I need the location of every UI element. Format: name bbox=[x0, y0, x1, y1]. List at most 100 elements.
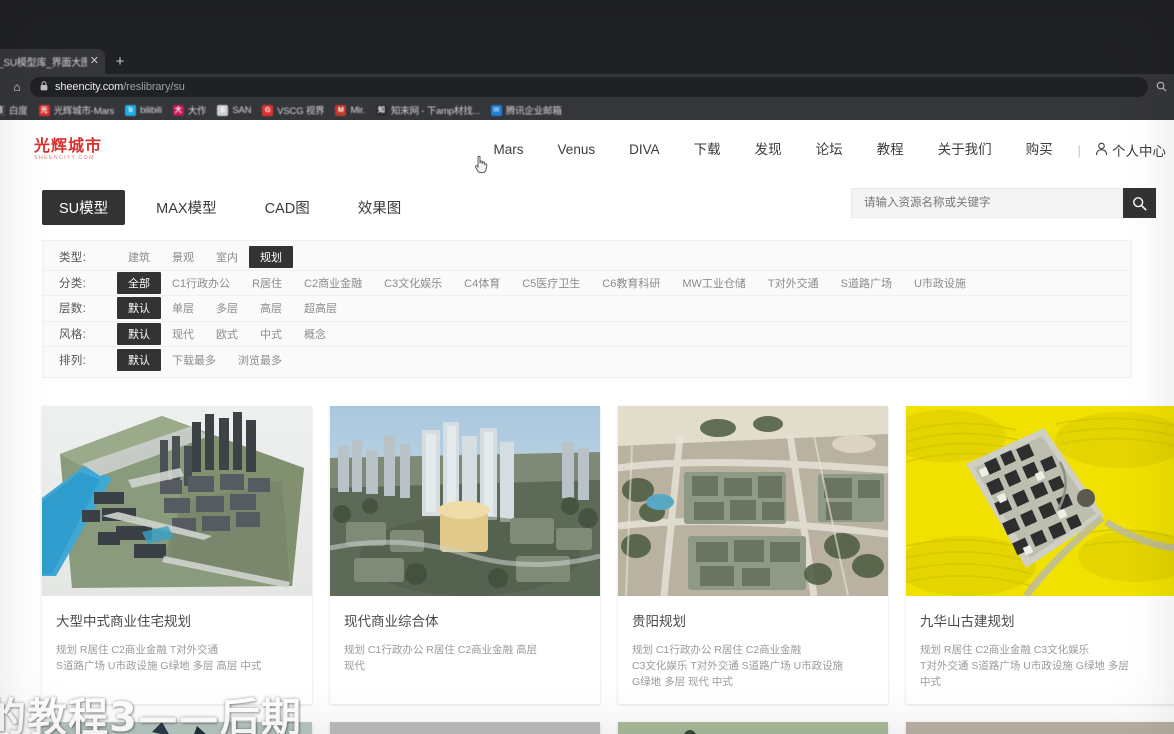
resource-card-tag-line: G绿地 多层 现代 中式 bbox=[632, 675, 733, 688]
site-logo[interactable]: 光辉城市 SHEENCITY.COM bbox=[34, 138, 124, 162]
filter-option[interactable]: 室内 bbox=[205, 246, 249, 268]
nav-link-mars[interactable]: Mars bbox=[477, 140, 541, 160]
resource-card-tag-line: 规划 C1行政办公 R居住 C2商业金融 高层 bbox=[344, 643, 538, 656]
thumbnail-modern-commercial-complex bbox=[330, 405, 600, 596]
resource-card-tags: 规划 C1行政办公 R居住 C2商业金融 C3文化娱乐 T对外交通 S道路广场 U… bbox=[632, 642, 874, 690]
search-input[interactable] bbox=[851, 188, 1123, 218]
bookmark-label: SAN bbox=[232, 104, 252, 116]
filter-row: 风格: 默认 现代 欧式 中式 概念 bbox=[43, 322, 1131, 347]
bookmark-icon-bilibili: b bbox=[125, 104, 137, 116]
bookmark-label: VSCG 视界 bbox=[277, 106, 325, 117]
nav-link-venus[interactable]: Venus bbox=[541, 140, 613, 160]
nav-link-教程[interactable]: 教程 bbox=[860, 140, 921, 160]
filter-row: 层数: 默认 单层 多层 高层 超高层 bbox=[43, 296, 1131, 322]
filter-option[interactable]: 欧式 bbox=[205, 323, 249, 345]
filter-option[interactable]: 默认 bbox=[117, 348, 161, 371]
resource-card-title: 贵阳规划 bbox=[632, 613, 686, 629]
omnibox-search-icon[interactable] bbox=[1156, 81, 1167, 95]
close-icon[interactable]: ✕ bbox=[90, 56, 99, 67]
resource-card[interactable]: 九华山古建规划 规划 R居住 C2商业金融 C3文化娱乐 T对外交通 S道路广场 U… bbox=[906, 405, 1174, 704]
filter-option[interactable]: 景观 bbox=[161, 246, 205, 268]
resource-card[interactable]: 现代商业综合体 规划 C1行政办公 R居住 C2商业金融 高层 现代 bbox=[330, 405, 600, 704]
resource-card[interactable]: 大型中式商业住宅规划 规划 R居住 C2商业金融 T对外交通 S道路广场 U市政设施… bbox=[42, 405, 312, 704]
bookmark-item[interactable]: 知知末网 - 下amp材找... bbox=[375, 103, 480, 117]
tab-0[interactable]: SU模型 bbox=[42, 189, 126, 225]
filter-option[interactable]: 默认 bbox=[117, 322, 161, 345]
filter-option[interactable]: 规划 bbox=[249, 246, 293, 269]
filter-option[interactable]: MW工业仓储 bbox=[671, 272, 757, 294]
bookmark-item[interactable]: M Mir. bbox=[335, 104, 365, 116]
resource-card-tags: 规划 R居住 C2商业金融 T对外交通 S道路广场 U市政设施 G绿地 多层 高层… bbox=[56, 642, 298, 674]
resource-card-tags: 规划 R居住 C2商业金融 C3文化娱乐 T对外交通 S道路广场 U市政设施 G绿… bbox=[920, 642, 1162, 690]
browser-tabstrip: _SU模型库_界面大图 ✕ + bbox=[0, 46, 1174, 74]
filter-row: 排列: 默认 下载最多 浏览最多 bbox=[43, 347, 1131, 373]
bookmark-icon-tencent: ✉ bbox=[490, 104, 502, 116]
bookmarks-bar: 百白度光光辉城市-Mars bbilibili 大大作 SSAN GVSCG 视界 MMi… bbox=[0, 100, 1174, 120]
list-item[interactable] bbox=[330, 721, 600, 734]
nav-link-发现[interactable]: 发现 bbox=[738, 140, 799, 160]
resource-card-tag-line: 规划 C1行政办公 R居住 C2商业金融 bbox=[632, 643, 802, 656]
bookmark-label: 腾讯企业邮箱 bbox=[505, 106, 562, 117]
nav-link-下载[interactable]: 下载 bbox=[677, 140, 738, 160]
search-button[interactable] bbox=[1123, 188, 1156, 218]
filter-option[interactable]: C2商业金融 bbox=[293, 272, 373, 294]
thumbnail-row2-3 bbox=[618, 721, 888, 734]
url-path: /reslibrary/su bbox=[123, 81, 185, 93]
tab-2[interactable]: CAD图 bbox=[248, 190, 327, 225]
nav-link-关于我们[interactable]: 关于我们 bbox=[921, 140, 1009, 160]
resource-card-tag-line: T对外交通 S道路广场 U市政设施 G绿地 多层 bbox=[920, 659, 1129, 672]
filter-option[interactable]: R居住 bbox=[241, 272, 293, 294]
bookmark-item[interactable]: 大大作 bbox=[172, 103, 207, 117]
bookmark-item[interactable]: b bilibili bbox=[125, 104, 162, 116]
address-bar[interactable]: sheencity.com /reslibrary/su bbox=[30, 77, 1148, 97]
nav-link-论坛[interactable]: 论坛 bbox=[799, 140, 860, 160]
filter-option[interactable]: 下载最多 bbox=[161, 349, 227, 371]
bookmark-label: Mir. bbox=[350, 104, 365, 116]
site-logo-cn: 光辉城市 bbox=[34, 136, 103, 155]
bookmark-item[interactable]: S SAN bbox=[217, 104, 252, 116]
list-item[interactable] bbox=[906, 721, 1174, 734]
tab-1[interactable]: MAX模型 bbox=[139, 190, 233, 225]
bookmark-icon-baidu: 百 bbox=[0, 104, 5, 116]
person-icon bbox=[1095, 142, 1108, 159]
user-center-link[interactable]: 个人中心 bbox=[1089, 140, 1166, 160]
filter-option[interactable]: 现代 bbox=[161, 323, 205, 345]
new-tab-icon[interactable]: + bbox=[112, 54, 128, 69]
bookmark-item[interactable]: G VSCG 视界 bbox=[262, 103, 325, 117]
filter-option[interactable]: 超高层 bbox=[293, 297, 348, 319]
filter-option[interactable]: 概念 bbox=[293, 323, 337, 345]
filter-option[interactable]: 默认 bbox=[117, 297, 161, 320]
bookmark-item[interactable]: 光光辉城市-Mars bbox=[38, 103, 115, 117]
browser-tab[interactable]: _SU模型库_界面大图 ✕ bbox=[0, 49, 105, 74]
bookmark-item[interactable]: ✉ 腾讯企业邮箱 bbox=[490, 103, 562, 117]
resource-card-tag-line: 规划 R居住 C2商业金融 C3文化娱乐 bbox=[920, 643, 1090, 656]
nav-link-diva[interactable]: DIVA bbox=[612, 140, 677, 160]
filter-option[interactable]: 浏览最多 bbox=[227, 349, 293, 371]
filter-option[interactable]: U市政设施 bbox=[903, 272, 977, 294]
tab-3[interactable]: 效果图 bbox=[341, 190, 419, 225]
thumbnail-row2-2 bbox=[330, 721, 600, 734]
filter-option[interactable]: C5医疗卫生 bbox=[511, 272, 591, 294]
lock-icon bbox=[40, 81, 48, 93]
filter-option[interactable]: 单层 bbox=[161, 297, 205, 319]
filter-option[interactable]: 高层 bbox=[249, 297, 293, 319]
filter-option[interactable]: T对外交通 bbox=[757, 272, 830, 294]
list-item[interactable] bbox=[618, 721, 888, 734]
filter-option[interactable]: 建筑 bbox=[117, 246, 161, 268]
bookmark-item[interactable]: 百白度 bbox=[0, 103, 28, 117]
thumbnail-guiyang-plan-aerial bbox=[618, 405, 888, 596]
filter-option[interactable]: 多层 bbox=[205, 297, 249, 319]
bookmark-icon-mars: 光 bbox=[38, 104, 50, 116]
nav-link-购买[interactable]: 购买 bbox=[1009, 140, 1070, 160]
home-icon[interactable]: ⌂ bbox=[4, 80, 30, 94]
filter-option[interactable]: S道路广场 bbox=[830, 272, 903, 294]
filter-option[interactable]: C3文化娱乐 bbox=[373, 272, 453, 294]
filter-option[interactable]: C4体育 bbox=[453, 272, 511, 294]
thumbnail-jiuhuashan-terrain-yellow bbox=[906, 405, 1174, 596]
bookmark-label: 光辉城市-Mars bbox=[53, 106, 115, 117]
filter-option[interactable]: C1行政办公 bbox=[161, 272, 241, 294]
resource-card[interactable]: 贵阳规划规划 C1行政办公 R居住 C2商业金融 C3文化娱乐 T对外交通 S道路… bbox=[618, 405, 888, 704]
filter-option[interactable]: 中式 bbox=[249, 323, 293, 345]
filter-option[interactable]: 全部 bbox=[117, 271, 161, 294]
filter-option[interactable]: C6教育科研 bbox=[591, 272, 671, 294]
